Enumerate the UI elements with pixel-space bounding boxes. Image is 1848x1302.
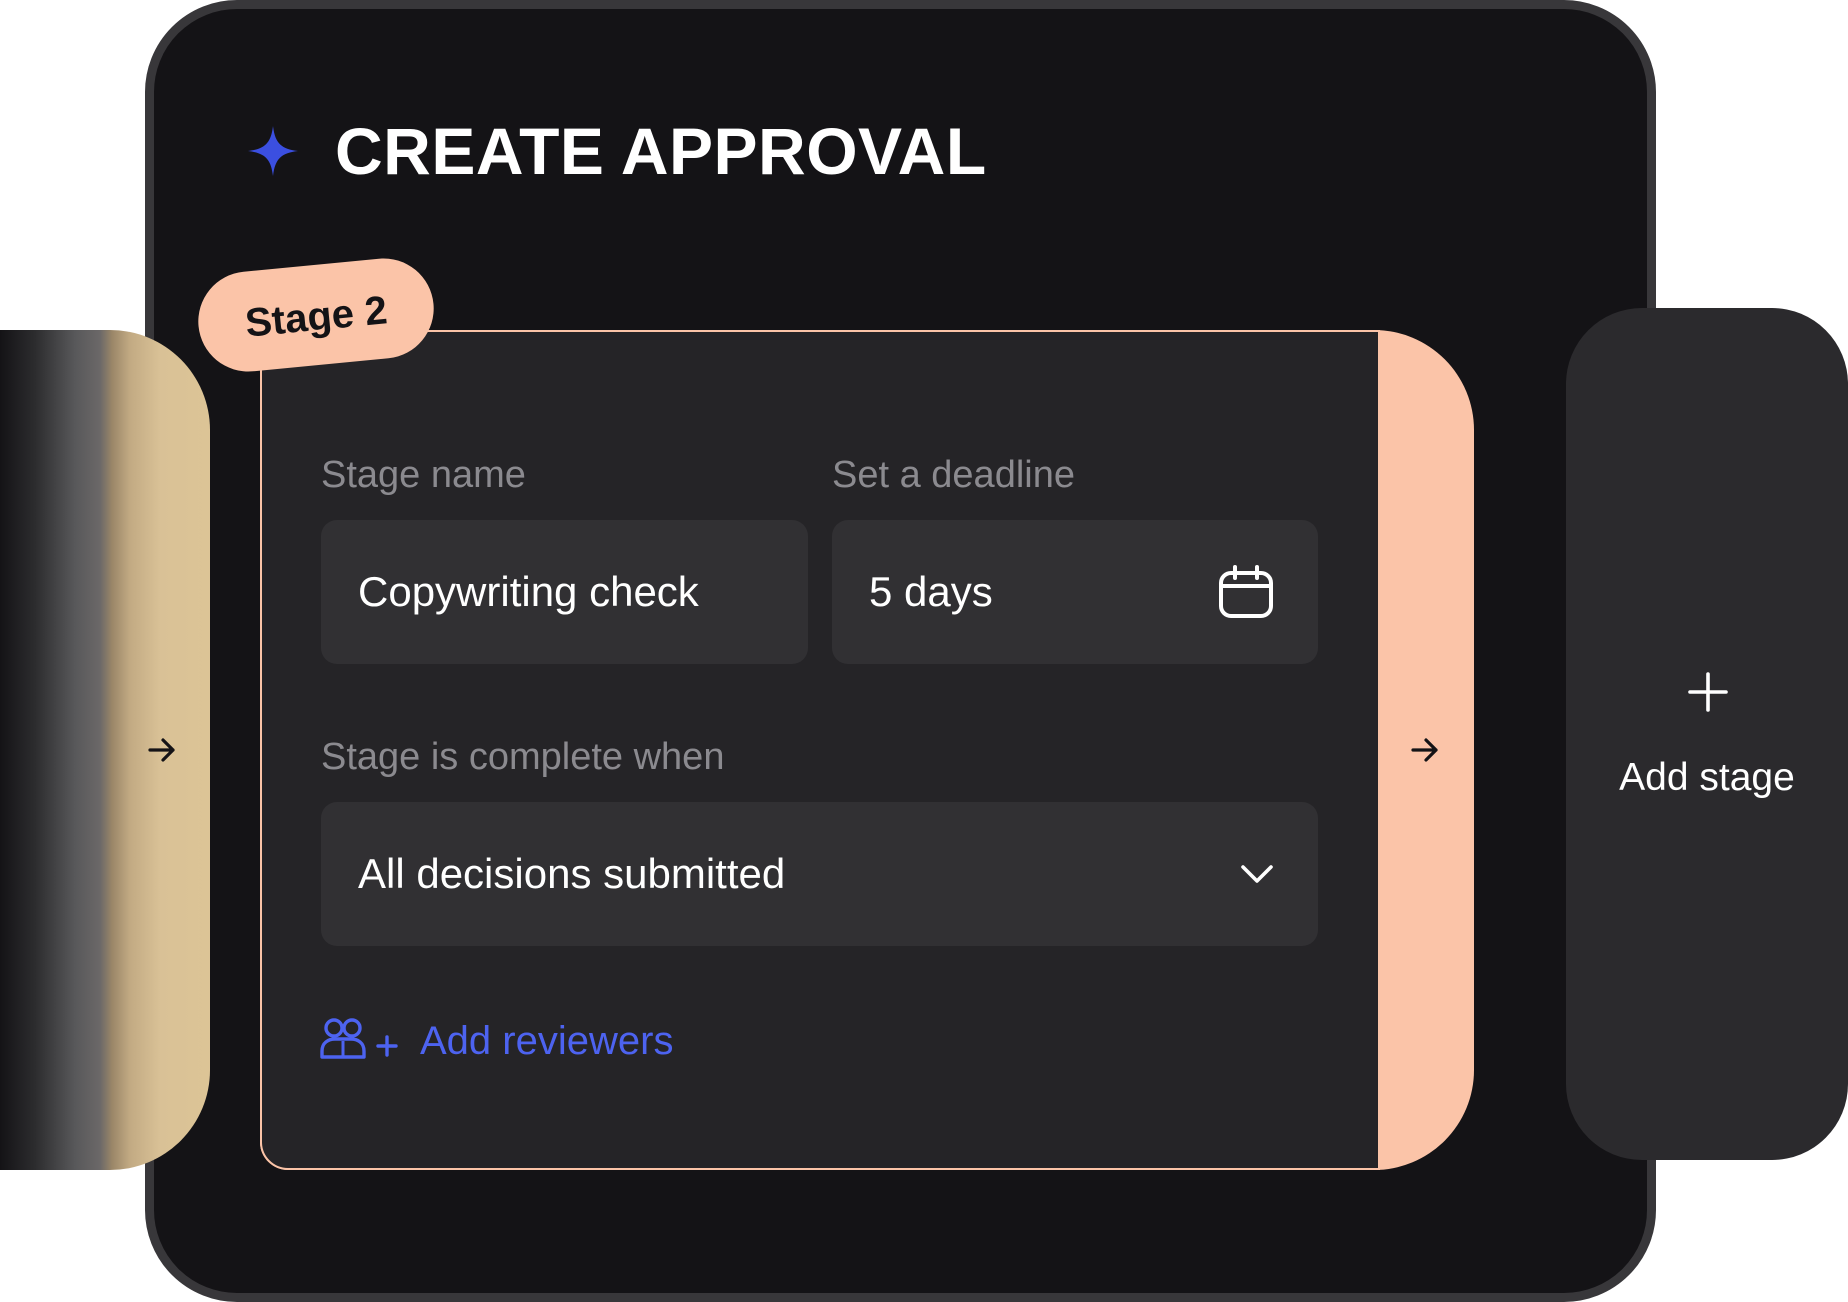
calendar-icon[interactable] [1218, 565, 1274, 619]
add-stage-button[interactable]: Add stage [1566, 308, 1848, 1160]
add-users-icon [320, 1018, 398, 1059]
deadline-value: 5 days [869, 568, 993, 615]
plus-icon [1688, 672, 1728, 712]
chevron-down-icon[interactable] [1240, 863, 1274, 885]
page-title: CREATE APPROVAL [335, 114, 987, 188]
completion-select[interactable]: All decisions submitted [321, 802, 1318, 946]
previous-stage-card[interactable] [0, 330, 210, 1170]
add-reviewers-button[interactable]: Add reviewers [320, 1017, 673, 1065]
deadline-field[interactable]: 5 days [832, 520, 1318, 664]
add-stage-label: Add stage [1619, 756, 1795, 799]
header: CREATE APPROVAL [248, 118, 987, 184]
completion-value: All decisions submitted [358, 850, 786, 897]
sparkle-icon [248, 126, 298, 176]
add-reviewers-label: Add reviewers [420, 1019, 674, 1063]
stage-tag-label: Stage 2 [243, 287, 390, 346]
stage-name-field[interactable]: Copywriting check [321, 520, 808, 664]
deadline-label: Set a deadline [832, 454, 1075, 496]
arrow-right-icon[interactable] [147, 735, 177, 765]
stage-name-value: Copywriting check [358, 568, 699, 615]
completion-label: Stage is complete when [321, 736, 725, 778]
stage-name-label: Stage name [321, 454, 526, 496]
arrow-right-icon[interactable] [1410, 735, 1440, 765]
